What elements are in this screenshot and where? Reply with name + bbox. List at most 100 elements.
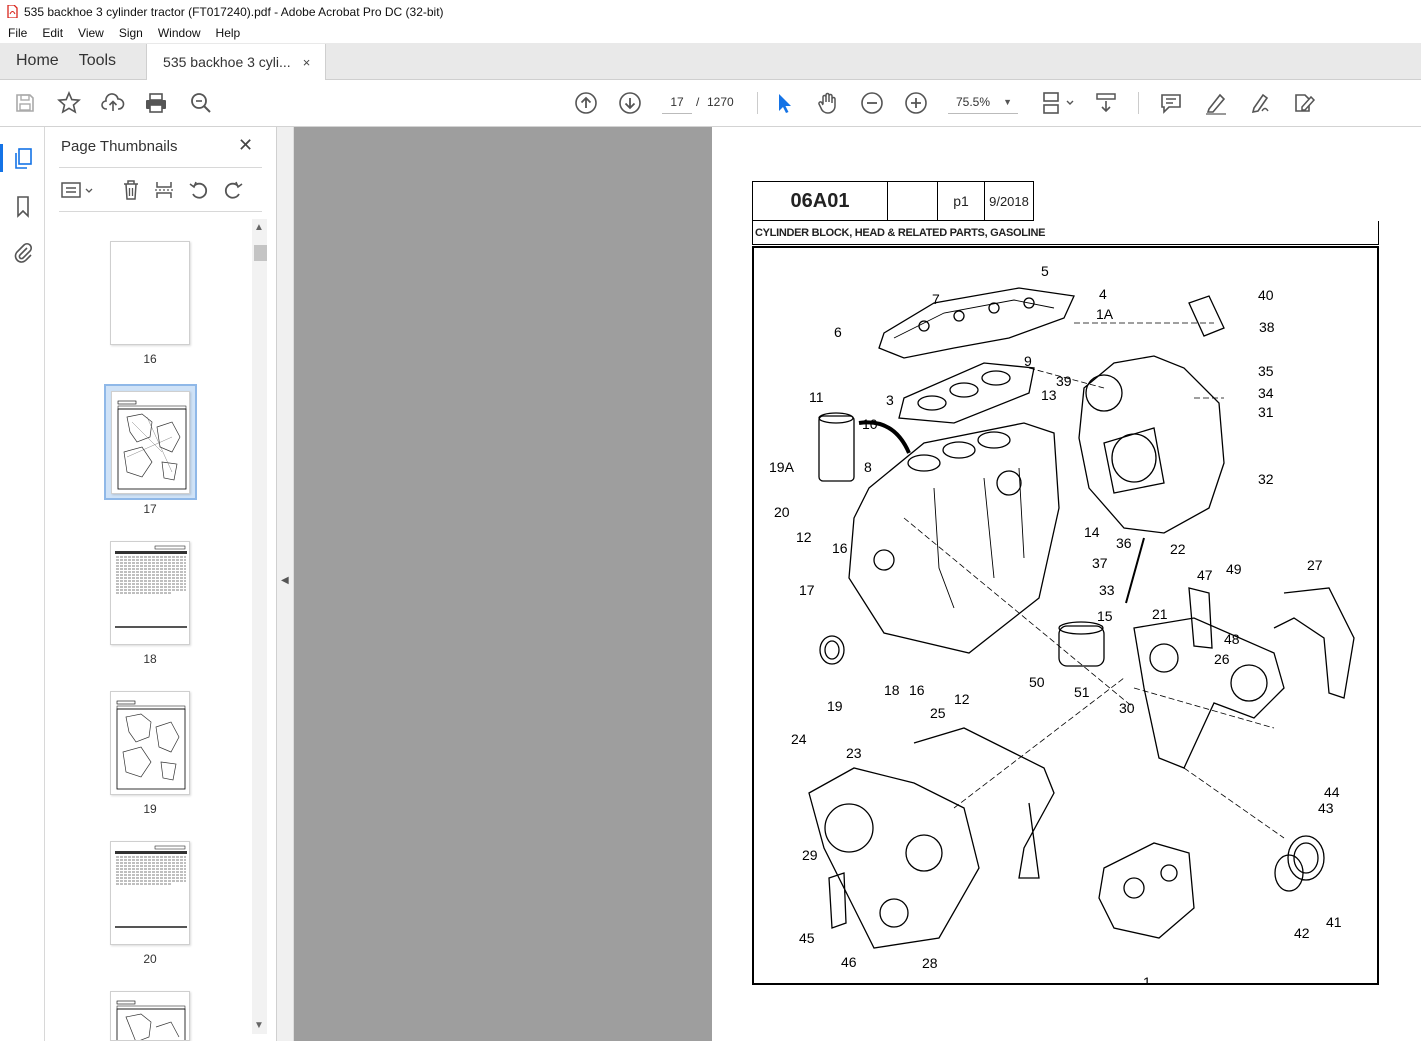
page-display-icon[interactable] bbox=[1040, 90, 1076, 116]
part-callout: 44 bbox=[1324, 784, 1340, 800]
part-callout: 12 bbox=[954, 691, 970, 707]
scroll-up-icon[interactable]: ▲ bbox=[254, 222, 264, 233]
page-thumbnail[interactable] bbox=[110, 691, 190, 795]
panel-close-icon[interactable]: ✕ bbox=[238, 135, 253, 156]
part-callout: 21 bbox=[1152, 606, 1168, 622]
print-icon[interactable] bbox=[143, 90, 169, 116]
zoom-out-icon[interactable] bbox=[859, 90, 885, 116]
scroll-down-icon[interactable]: ▼ bbox=[254, 1020, 264, 1031]
zoom-in-icon[interactable] bbox=[903, 90, 929, 116]
menu-edit[interactable]: Edit bbox=[34, 26, 70, 40]
tab-document[interactable]: 535 backhoe 3 cyli... × bbox=[146, 44, 327, 80]
zoom-level-select[interactable]: 75.5% ▼ bbox=[948, 90, 1018, 114]
part-callout: 24 bbox=[791, 731, 807, 747]
rotate-clockwise-icon[interactable] bbox=[221, 178, 245, 202]
part-callout: 20 bbox=[774, 504, 790, 520]
menu-help[interactable]: Help bbox=[208, 26, 248, 40]
part-callout: 29 bbox=[802, 847, 818, 863]
menu-view[interactable]: View bbox=[70, 26, 111, 40]
page-thumbnail[interactable] bbox=[110, 541, 190, 645]
attachments-paperclip-icon[interactable] bbox=[10, 239, 36, 265]
part-callout: 23 bbox=[846, 745, 862, 761]
page-total: 1270 bbox=[707, 95, 734, 109]
part-callout: 35 bbox=[1258, 363, 1274, 379]
upload-cloud-icon[interactable] bbox=[100, 90, 126, 116]
page-label: p1 bbox=[938, 182, 985, 220]
rotate-counterclockwise-icon[interactable] bbox=[187, 178, 211, 202]
tab-tools[interactable]: Tools bbox=[75, 43, 132, 79]
part-callout: 7 bbox=[932, 291, 940, 307]
part-callout: 17 bbox=[799, 582, 815, 598]
panel-collapse-strip[interactable]: ◀ bbox=[277, 127, 294, 1041]
scroll-mode-icon[interactable] bbox=[1093, 90, 1119, 116]
select-cursor-icon[interactable] bbox=[771, 90, 797, 116]
tab-document-label: 535 backhoe 3 cyli... bbox=[163, 54, 291, 70]
toolbar-divider bbox=[757, 92, 758, 114]
part-callout: 36 bbox=[1116, 535, 1132, 551]
tab-home[interactable]: Home bbox=[0, 43, 75, 79]
part-callout: 40 bbox=[1258, 287, 1274, 303]
panel-divider bbox=[59, 211, 262, 212]
part-callout: 9 bbox=[1024, 353, 1032, 369]
part-callout: 8 bbox=[864, 459, 872, 475]
part-callout: 28 bbox=[922, 955, 938, 971]
part-callout: 38 bbox=[1259, 319, 1275, 335]
menu-window[interactable]: Window bbox=[150, 26, 208, 40]
section-code: 06A01 bbox=[753, 182, 888, 220]
page-thumbnail[interactable] bbox=[111, 391, 190, 494]
thumbnail-options-icon[interactable] bbox=[60, 178, 96, 202]
part-callout: 51 bbox=[1074, 684, 1090, 700]
part-callout: 49 bbox=[1226, 561, 1242, 577]
toolbar-divider bbox=[1138, 92, 1139, 114]
hand-pan-icon[interactable] bbox=[815, 90, 841, 116]
part-callout: 15 bbox=[1097, 608, 1113, 624]
part-callout: 25 bbox=[930, 705, 946, 721]
page-thumbnails-icon[interactable] bbox=[10, 146, 36, 172]
collapse-panel-icon[interactable]: ◀ bbox=[281, 575, 289, 586]
window-title: 535 backhoe 3 cylinder tractor (FT017240… bbox=[24, 4, 444, 19]
highlight-pen-icon[interactable] bbox=[1203, 90, 1229, 116]
page-thumbnails-panel: Page Thumbnails ✕ 16 17 18 19 20 ▲ ▼ bbox=[45, 127, 277, 1041]
panel-title: Page Thumbnails bbox=[61, 138, 178, 155]
part-callout: 18 bbox=[884, 682, 900, 698]
scrollbar-thumb[interactable] bbox=[254, 245, 267, 261]
part-callout: 33 bbox=[1099, 582, 1115, 598]
bookmarks-icon[interactable] bbox=[10, 194, 36, 220]
thumbnail-page-number: 16 bbox=[143, 352, 157, 366]
part-callout: 13 bbox=[1041, 387, 1057, 403]
part-callout: 16 bbox=[909, 682, 925, 698]
bookmark-star-icon[interactable] bbox=[56, 90, 82, 116]
save-icon[interactable] bbox=[12, 90, 38, 116]
zoom-level-value: 75.5% bbox=[956, 95, 991, 109]
menu-sign[interactable]: Sign bbox=[111, 26, 150, 40]
part-callout: 3 bbox=[886, 392, 894, 408]
thumbnail-page-number: 20 bbox=[143, 952, 157, 966]
left-rail bbox=[0, 127, 45, 1041]
zoom-search-icon[interactable] bbox=[188, 90, 214, 116]
page-thumbnail[interactable] bbox=[110, 241, 190, 345]
menu-bar: File Edit View Sign Window Help bbox=[0, 23, 1421, 43]
delete-page-icon[interactable] bbox=[119, 178, 143, 202]
document-viewport: 06A01 p1 9/2018 CYLINDER BLOCK, HEAD & R… bbox=[294, 127, 1421, 1041]
next-page-icon[interactable] bbox=[617, 90, 643, 116]
draw-sign-icon[interactable] bbox=[1247, 90, 1273, 116]
page-thumbnail[interactable] bbox=[110, 841, 190, 945]
panel-divider bbox=[59, 167, 262, 168]
revision-date: 9/2018 bbox=[989, 193, 1029, 209]
comment-icon[interactable] bbox=[1158, 90, 1184, 116]
thumbnail-scrollbar[interactable] bbox=[252, 219, 267, 1034]
menu-file[interactable]: File bbox=[0, 26, 34, 40]
fill-sign-icon[interactable] bbox=[1291, 90, 1317, 116]
part-callout: 37 bbox=[1092, 555, 1108, 571]
previous-page-icon[interactable] bbox=[573, 90, 599, 116]
part-callout: 26 bbox=[1214, 651, 1230, 667]
page-separator: / bbox=[696, 95, 700, 109]
part-callout: 41 bbox=[1326, 914, 1342, 930]
extract-page-icon[interactable] bbox=[152, 178, 176, 202]
tab-close-icon[interactable]: × bbox=[303, 55, 311, 70]
part-callout: 16 bbox=[832, 540, 848, 556]
page-number-input[interactable]: 17 bbox=[662, 90, 692, 114]
page-thumbnail[interactable] bbox=[110, 991, 190, 1041]
part-callout: 32 bbox=[1258, 471, 1274, 487]
part-callout: 14 bbox=[1084, 524, 1100, 540]
